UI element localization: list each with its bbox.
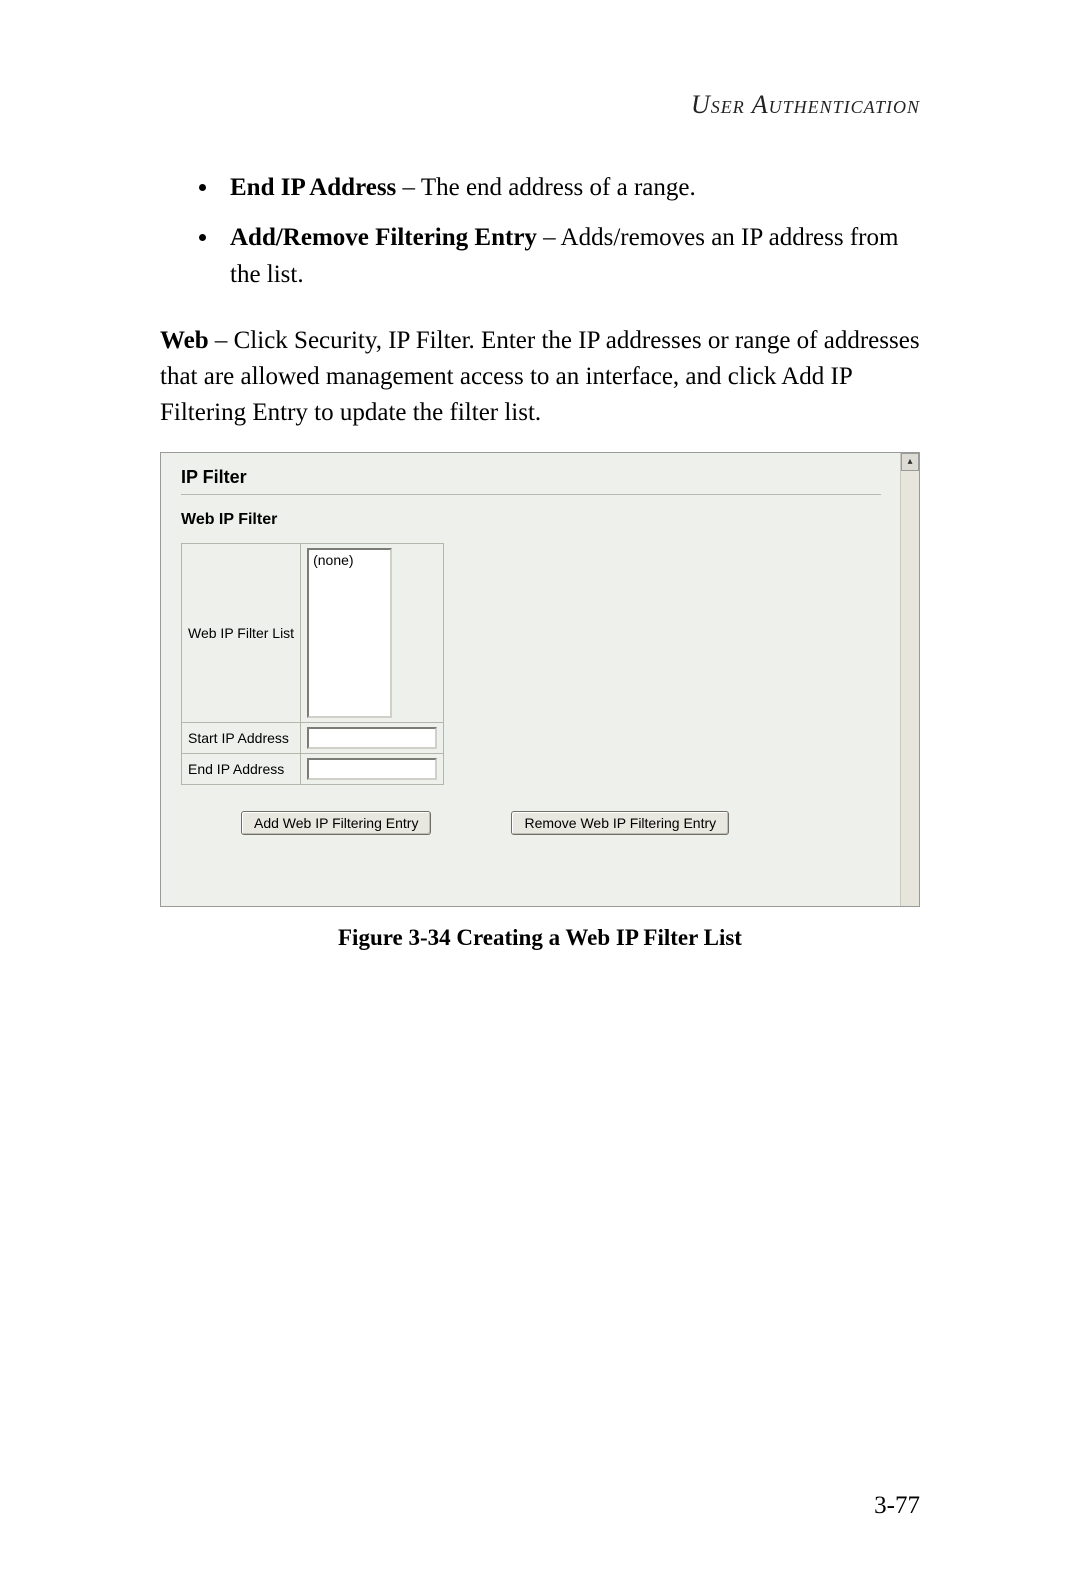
start-ip-label: Start IP Address — [182, 722, 301, 753]
start-ip-cell — [301, 722, 444, 753]
end-ip-label: End IP Address — [182, 753, 301, 784]
list-item: Add/Remove Filtering Entry – Adds/remove… — [220, 220, 920, 293]
filter-list-box[interactable]: (none) — [307, 548, 392, 718]
bullet-list: End IP Address – The end address of a ra… — [160, 170, 920, 293]
section-title: Web IP Filter — [181, 511, 881, 529]
paragraph-lead: Web — [160, 327, 209, 354]
table-row: Web IP Filter List (none) — [182, 543, 444, 722]
screenshot-panel: ▴ IP Filter Web IP Filter Web IP Filter … — [160, 452, 920, 907]
filter-list-value: (none) — [313, 552, 353, 568]
form-table: Web IP Filter List (none) Start IP Addre… — [181, 543, 444, 785]
scrollbar-track[interactable] — [901, 471, 919, 906]
list-item: End IP Address – The end address of a ra… — [220, 170, 920, 206]
chevron-up-icon: ▴ — [907, 456, 912, 467]
paragraph-rest: – Click Security, IP Filter. Enter the I… — [160, 327, 920, 427]
end-ip-cell — [301, 753, 444, 784]
body-paragraph: Web – Click Security, IP Filter. Enter t… — [160, 323, 920, 432]
add-entry-button[interactable]: Add Web IP Filtering Entry — [241, 811, 431, 835]
scroll-up-button[interactable]: ▴ — [901, 453, 919, 471]
end-ip-input[interactable] — [307, 758, 437, 780]
bullet-term: End IP Address — [230, 174, 396, 201]
remove-entry-button[interactable]: Remove Web IP Filtering Entry — [511, 811, 729, 835]
scrollbar[interactable]: ▴ — [900, 453, 919, 906]
table-row: Start IP Address — [182, 722, 444, 753]
filter-list-cell: (none) — [301, 543, 444, 722]
document-page: User Authentication End IP Address – The… — [0, 0, 1080, 1570]
panel-body: IP Filter Web IP Filter Web IP Filter Li… — [161, 453, 901, 906]
bullet-term: Add/Remove Filtering Entry — [230, 224, 537, 251]
start-ip-input[interactable] — [307, 727, 437, 749]
running-head: User Authentication — [160, 90, 920, 120]
page-number: 3-77 — [874, 1492, 920, 1520]
button-row: Add Web IP Filtering Entry Remove Web IP… — [181, 811, 881, 835]
table-row: End IP Address — [182, 753, 444, 784]
figure-caption: Figure 3-34 Creating a Web IP Filter Lis… — [160, 925, 920, 951]
filter-list-label: Web IP Filter List — [182, 543, 301, 722]
bullet-desc: – The end address of a range. — [396, 174, 695, 201]
divider — [181, 494, 881, 495]
panel-title: IP Filter — [181, 467, 881, 488]
